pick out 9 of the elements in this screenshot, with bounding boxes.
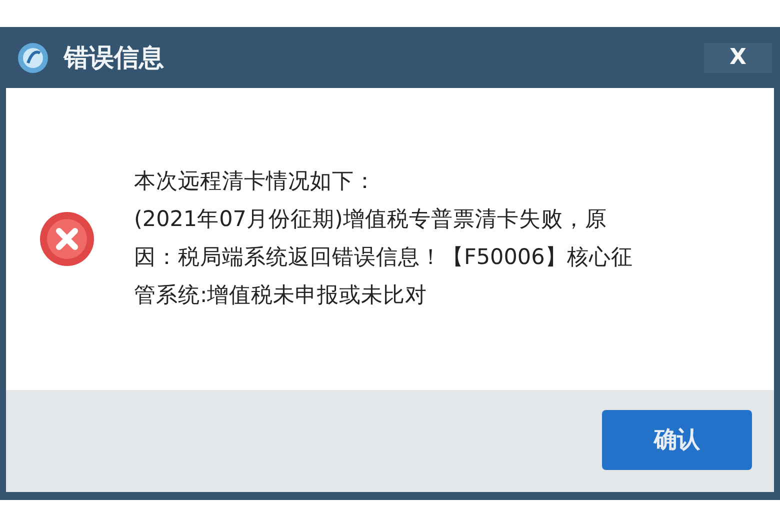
confirm-button[interactable]: 确认 — [602, 410, 752, 470]
message-line: 因：税局端系统返回错误信息！【F50006】核心征 — [134, 244, 633, 272]
close-button[interactable]: X — [704, 42, 772, 72]
error-icon — [38, 210, 96, 268]
message-line: 本次远程清卡情况如下： — [134, 168, 377, 196]
window-title: 错误信息 — [64, 42, 164, 74]
message-line: 管系统:增值税未申报或未比对 — [134, 282, 428, 310]
app-logo-icon — [16, 40, 50, 74]
message-line: (2021年07月份征期)增值税专普票清卡失败，原 — [134, 206, 608, 234]
